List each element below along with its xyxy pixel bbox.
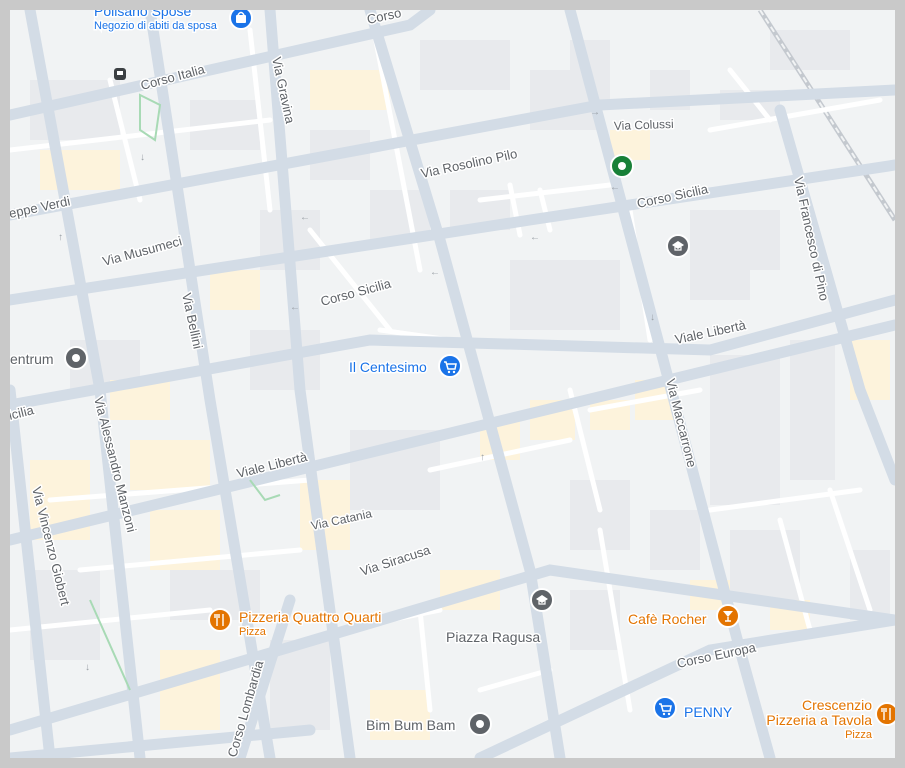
svg-text:↓: ↓ bbox=[85, 662, 90, 673]
poi-crescenzio-category: Pizza bbox=[845, 729, 873, 741]
svg-text:←: ← bbox=[610, 182, 620, 193]
svg-text:↑: ↑ bbox=[58, 232, 63, 243]
poi-polisano-category: Negozio di abiti da sposa bbox=[94, 20, 218, 32]
shopping-bag-icon bbox=[229, 10, 253, 30]
shopping-cart-icon bbox=[653, 696, 677, 720]
cocktail-icon bbox=[716, 604, 740, 628]
poi-pizzeria-quattro-name: Pizzeria Quattro Quarti bbox=[239, 609, 381, 625]
svg-text:←: ← bbox=[290, 302, 300, 313]
svg-text:↑: ↑ bbox=[480, 452, 485, 463]
poi-pizzeria-quattro-category: Pizza bbox=[239, 626, 267, 638]
street-label-via-colussi: Via Colussi bbox=[614, 117, 674, 133]
svg-text:→: → bbox=[590, 107, 600, 118]
poi-penny-name: PENNY bbox=[684, 704, 733, 720]
poi-polisano-name: Polisano Spose bbox=[94, 10, 192, 19]
poi-crescenzio-name-line1: Crescenzio bbox=[802, 697, 872, 713]
school-icon[interactable] bbox=[530, 588, 554, 612]
poi-il-centesimo[interactable]: Il Centesimo bbox=[348, 354, 462, 378]
svg-text:←: ← bbox=[300, 212, 310, 223]
place-marker-icon bbox=[64, 346, 88, 370]
svg-text:↓: ↓ bbox=[650, 312, 655, 323]
park-marker-icon[interactable] bbox=[610, 154, 634, 178]
restaurant-icon bbox=[208, 608, 232, 632]
place-marker-icon bbox=[468, 712, 492, 736]
svg-text:↓: ↓ bbox=[140, 152, 145, 163]
poi-centrum-name: entrum bbox=[10, 351, 54, 367]
poi-bim-bum-bam-name: Bim Bum Bam bbox=[366, 717, 455, 733]
school-icon[interactable] bbox=[666, 234, 690, 258]
poi-bim-bum-bam[interactable]: Bim Bum Bam bbox=[365, 712, 492, 736]
map-canvas[interactable]: ↓↑← ←↓↑ ←→↓ ←← Corso Italia Via Gravina … bbox=[10, 10, 895, 758]
metro-icon[interactable] bbox=[114, 68, 126, 80]
place-label-piazza-ragusa[interactable]: Piazza Ragusa bbox=[445, 628, 542, 647]
poi-crescenzio-name-line2: Pizzeria a Tavola bbox=[766, 712, 872, 728]
map-frame[interactable]: ↓ ↑ ← ← ↓ ↑ ← → ↓ ← ← Corso Italia Via Gravina … bbox=[10, 10, 895, 758]
poi-centrum[interactable]: entrum bbox=[10, 346, 88, 370]
restaurant-icon bbox=[875, 702, 895, 726]
poi-cafe-rocher-name: Cafè Rocher bbox=[628, 611, 707, 627]
svg-text:←: ← bbox=[430, 267, 440, 278]
shopping-cart-icon bbox=[438, 354, 462, 378]
svg-text:←: ← bbox=[530, 232, 540, 243]
poi-il-centesimo-name: Il Centesimo bbox=[349, 359, 427, 375]
